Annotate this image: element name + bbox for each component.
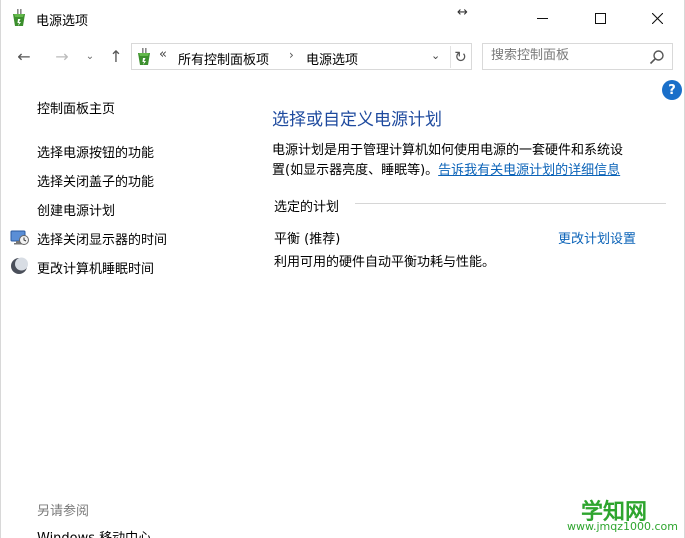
description-line-2-text: 置(如显示器亮度、睡眠等)。 <box>272 163 439 178</box>
search-box[interactable] <box>482 43 673 70</box>
plan-name-balanced: 平衡 (推荐) <box>274 232 341 247</box>
resize-arrows-icon: ↔ <box>457 5 468 20</box>
close-icon <box>651 12 663 24</box>
description-line-2: 置(如显示器亮度、睡眠等)。告诉我有关电源计划的详细信息 <box>272 159 620 178</box>
watermark-url: www.jmqz1000.com <box>567 520 678 533</box>
windows-mobility-center-link[interactable]: Windows 移动中心 <box>37 527 151 538</box>
plan-description: 利用可用的硬件自动平衡功耗与性能。 <box>274 255 496 270</box>
close-button[interactable] <box>628 0 685 36</box>
back-button[interactable]: ← <box>11 43 37 69</box>
change-plan-settings-link[interactable]: 更改计划设置 <box>558 228 636 247</box>
breadcrumb-power-options[interactable]: 电源选项 <box>306 49 358 68</box>
minimize-icon <box>536 17 548 19</box>
power-options-address-icon <box>138 48 150 65</box>
maximize-button[interactable] <box>571 0 629 36</box>
title-bar: 电源选项 ↔ <box>1 0 685 36</box>
sleep-moon-icon <box>11 257 28 274</box>
help-icon[interactable]: ? <box>662 80 682 100</box>
breadcrumb-separator-icon[interactable]: › <box>289 48 294 62</box>
minimize-button[interactable] <box>513 0 571 36</box>
sidebar-control-panel-home[interactable]: 控制面板主页 <box>37 98 115 117</box>
learn-more-power-plans-link[interactable]: 告诉我有关电源计划的详细信息 <box>438 163 620 178</box>
sidebar-item-create-power-plan[interactable]: 创建电源计划 <box>37 200 115 219</box>
forward-button[interactable]: → <box>49 43 75 69</box>
display-off-time-icon <box>10 230 29 245</box>
power-options-window: 电源选项 ↔ ← → ⌄ ↑ « 所有控制面板项 › 电源选项 ⌄ ↻ 搜索控制… <box>0 0 685 538</box>
sidebar-item-display-off-time[interactable]: 选择关闭显示器的时间 <box>37 229 167 248</box>
address-bar[interactable]: « 所有控制面板项 › 电源选项 ⌄ ↻ <box>131 43 472 70</box>
description-line-1: 电源计划是用于管理计算机如何使用电源的一套硬件和系统设 <box>272 143 624 158</box>
sidebar-item-power-button-function[interactable]: 选择电源按钮的功能 <box>37 142 154 161</box>
navigation-bar: ← → ⌄ ↑ « 所有控制面板项 › 电源选项 ⌄ ↻ <box>1 40 685 74</box>
address-dropdown-icon[interactable]: ⌄ <box>431 49 440 62</box>
search-input[interactable] <box>491 48 641 63</box>
up-button[interactable]: ↑ <box>103 43 129 69</box>
page-title: 选择或自定义电源计划 <box>272 110 442 130</box>
refresh-button[interactable]: ↻ <box>450 46 470 68</box>
window-title: 电源选项 <box>36 14 89 29</box>
sidebar-item-sleep-time[interactable]: 更改计算机睡眠时间 <box>37 258 154 277</box>
breadcrumb-all-control-panel-items[interactable]: 所有控制面板项 <box>178 49 269 68</box>
selected-plan-heading: 选定的计划 <box>274 200 340 215</box>
power-options-app-icon <box>13 9 25 26</box>
maximize-icon <box>594 12 606 24</box>
address-overflow-icon[interactable]: « <box>159 47 167 62</box>
section-divider <box>355 203 666 204</box>
see-also-heading: 另请参阅 <box>37 504 90 519</box>
recent-locations-button[interactable]: ⌄ <box>81 43 99 69</box>
search-icon[interactable] <box>649 49 665 65</box>
sidebar-item-lid-close-function[interactable]: 选择关闭盖子的功能 <box>37 171 154 190</box>
